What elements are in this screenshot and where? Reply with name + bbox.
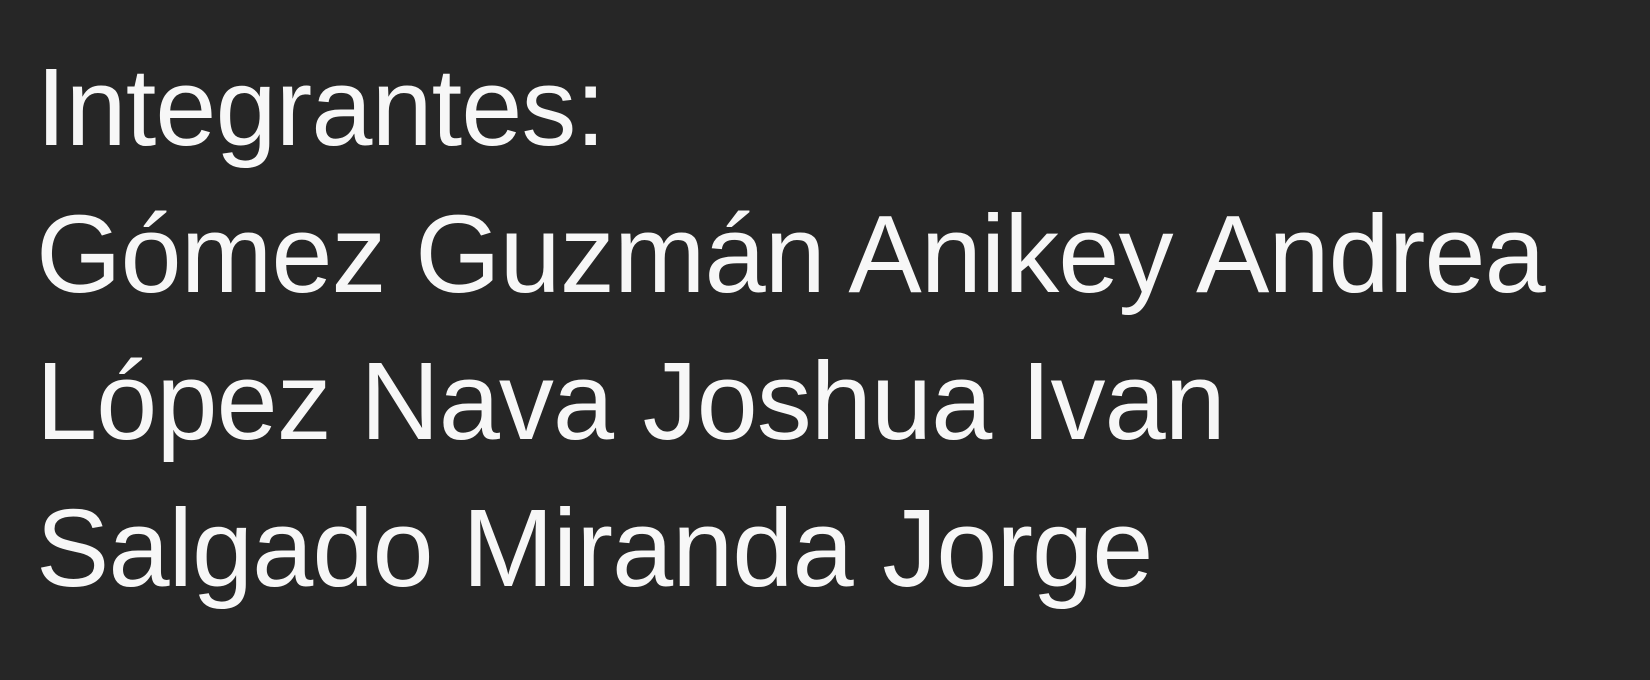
- member-name: López Nava Joshua Ivan: [36, 340, 1226, 463]
- heading: Integrantes:: [36, 46, 606, 169]
- member-name: Salgado Miranda Jorge: [36, 487, 1153, 610]
- member-name: Gómez Guzmán Anikey Andrea: [36, 193, 1546, 316]
- members-slide: Integrantes: Gómez Guzmán Anikey Andrea …: [36, 34, 1636, 622]
